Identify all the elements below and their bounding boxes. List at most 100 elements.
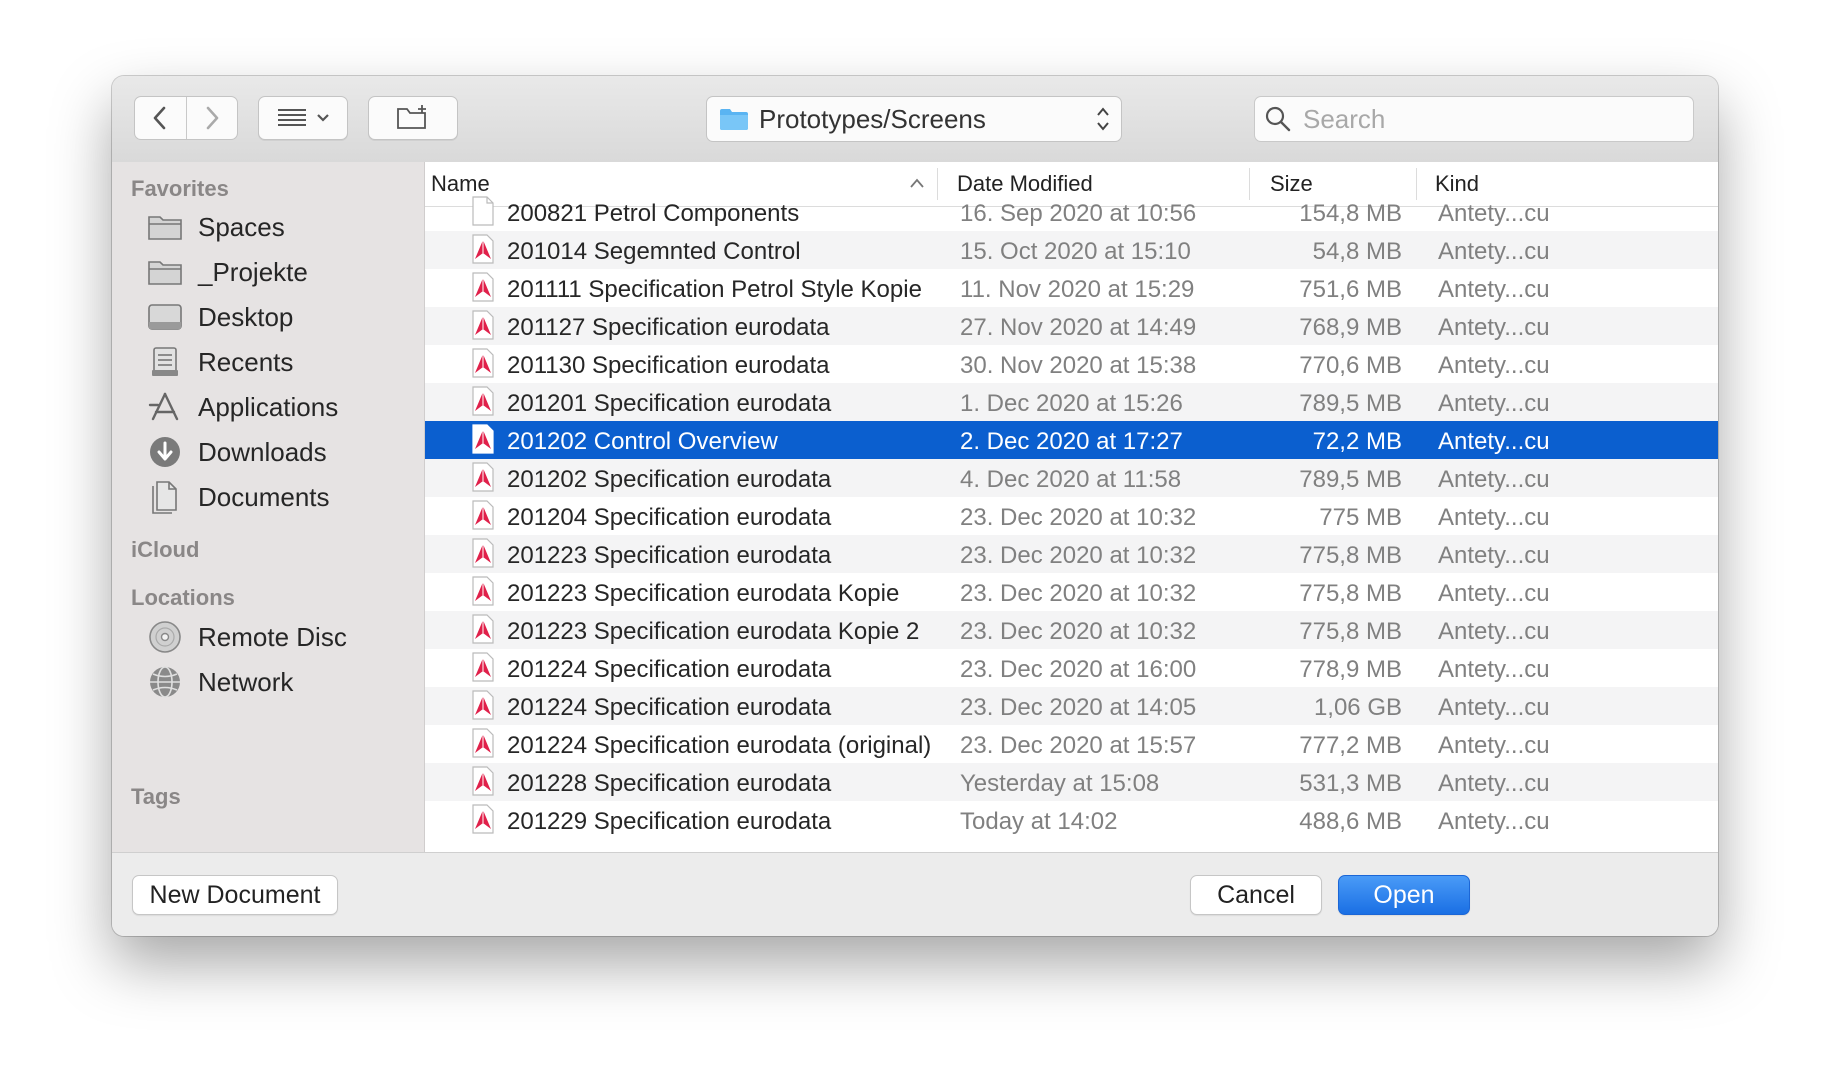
file-row[interactable]: 201130 Specification eurodata 30. Nov 202… xyxy=(425,345,1718,383)
folder-icon xyxy=(720,109,748,130)
open-file-dialog: Prototypes/Screens Favorites Spaces _Pro… xyxy=(112,76,1718,936)
folder-icon xyxy=(146,253,184,291)
file-row[interactable]: 201223 Specification eurodata Kopie 23. D… xyxy=(425,573,1718,611)
file-name: 201224 Specification eurodata xyxy=(507,656,832,683)
file-size: 72,2 MB xyxy=(1312,428,1402,455)
file-row[interactable]: 201014 Segemnted Control 15. Oct 2020 at … xyxy=(425,231,1718,269)
sketch-file-icon xyxy=(471,462,495,492)
chevron-down-icon xyxy=(317,114,329,122)
new-folder-icon xyxy=(397,105,426,129)
path-selector[interactable]: Prototypes/Screens xyxy=(706,96,1122,142)
sidebar-item-documents[interactable]: Documents xyxy=(146,477,330,517)
file-size: 775,8 MB xyxy=(1299,580,1402,607)
downloads-icon xyxy=(146,433,184,471)
sidebar-item-label: Remote Disc xyxy=(198,621,347,652)
search-field[interactable] xyxy=(1254,96,1694,142)
file-name: 201223 Specification eurodata Kopie 2 xyxy=(507,618,920,645)
applications-icon xyxy=(146,388,184,426)
file-size: 789,5 MB xyxy=(1299,390,1402,417)
file-size: 154,8 MB xyxy=(1299,200,1402,227)
file-name: 201224 Specification eurodata (original) xyxy=(507,732,932,759)
back-button[interactable] xyxy=(135,97,186,139)
file-name: 201130 Specification eurodata xyxy=(507,352,830,379)
file-row[interactable]: 201223 Specification eurodata 23. Dec 202… xyxy=(425,535,1718,573)
sidebar-item-network[interactable]: Network xyxy=(146,662,293,702)
sidebar-item-label: Documents xyxy=(198,481,330,512)
file-size: 54,8 MB xyxy=(1312,238,1402,265)
file-row[interactable]: 201223 Specification eurodata Kopie 2 23.… xyxy=(425,611,1718,649)
stepper-icon xyxy=(1097,107,1109,131)
file-date-modified: Today at 14:02 xyxy=(960,808,1118,835)
locations-header: Locations xyxy=(131,585,235,610)
file-size: 789,5 MB xyxy=(1299,466,1402,493)
file-date-modified: 2. Dec 2020 at 17:27 xyxy=(960,428,1183,455)
path-label: Prototypes/Screens xyxy=(759,103,986,134)
sidebar-item-spaces[interactable]: Spaces xyxy=(146,207,285,247)
sidebar: Favorites Spaces _Projekte Desktop Recen… xyxy=(112,162,425,852)
sort-ascending-icon xyxy=(910,178,924,188)
sketch-file-icon xyxy=(471,652,495,682)
sketch-file-icon xyxy=(471,272,495,302)
tags-header: Tags xyxy=(131,784,181,809)
file-row-partial[interactable] xyxy=(425,839,1718,852)
sketch-file-icon xyxy=(471,576,495,606)
file-row[interactable]: 201201 Specification eurodata 1. Dec 2020… xyxy=(425,383,1718,421)
sidebar-item-applications[interactable]: Applications xyxy=(146,387,338,427)
cancel-button[interactable]: Cancel xyxy=(1190,875,1322,915)
file-row[interactable]: 200821 Petrol Components 16. Sep 2020 at … xyxy=(425,193,1718,231)
file-size: 775 MB xyxy=(1319,504,1402,531)
sidebar-item-downloads[interactable]: Downloads xyxy=(146,432,327,472)
file-date-modified: 23. Dec 2020 at 10:32 xyxy=(960,618,1197,645)
file-name: 201229 Specification eurodata xyxy=(507,808,832,835)
file-kind: Antety...cu xyxy=(1438,618,1550,645)
sketch-file-icon xyxy=(471,386,495,416)
file-row[interactable]: 201229 Specification eurodata Today at 14… xyxy=(425,801,1718,839)
file-kind: Antety...cu xyxy=(1438,580,1550,607)
file-row[interactable]: 201202 Specification eurodata 4. Dec 2020… xyxy=(425,459,1718,497)
file-row[interactable]: 201204 Specification eurodata 23. Dec 202… xyxy=(425,497,1718,535)
file-row[interactable]: 201224 Specification eurodata 23. Dec 202… xyxy=(425,649,1718,687)
file-date-modified: 30. Nov 2020 at 15:38 xyxy=(960,352,1197,379)
search-input[interactable] xyxy=(1301,102,1665,136)
file-kind: Antety...cu xyxy=(1438,314,1550,341)
forward-button[interactable] xyxy=(185,97,238,139)
file-size: 531,3 MB xyxy=(1299,770,1402,797)
file-row[interactable]: 201224 Specification eurodata 23. Dec 202… xyxy=(425,687,1718,725)
bottom-bar: New Document Cancel Open xyxy=(112,852,1718,936)
disc-icon xyxy=(146,618,184,656)
file-name: 201111 Specification Petrol Style Kopie xyxy=(507,276,922,303)
toolbar: Prototypes/Screens xyxy=(112,76,1718,163)
sidebar-item-remote-disc[interactable]: Remote Disc xyxy=(146,617,347,657)
file-kind: Antety...cu xyxy=(1438,504,1550,531)
blank-document-icon xyxy=(471,196,495,226)
sketch-file-icon xyxy=(471,728,495,758)
file-row[interactable]: 201202 Control Overview 2. Dec 2020 at 17… xyxy=(425,421,1718,459)
file-kind: Antety...cu xyxy=(1438,200,1550,227)
file-row[interactable]: 201224 Specification eurodata (original)… xyxy=(425,725,1718,763)
file-kind: Antety...cu xyxy=(1438,352,1550,379)
file-row[interactable]: 201127 Specification eurodata 27. Nov 202… xyxy=(425,307,1718,345)
sidebar-item-recents[interactable]: Recents xyxy=(146,342,293,382)
file-date-modified: 11. Nov 2020 at 15:29 xyxy=(960,276,1195,303)
file-kind: Antety...cu xyxy=(1438,390,1550,417)
sidebar-item-desktop[interactable]: Desktop xyxy=(146,297,293,337)
file-date-modified: 23. Dec 2020 at 16:00 xyxy=(960,656,1197,683)
new-folder-button[interactable] xyxy=(368,96,458,140)
sidebar-item-projekte[interactable]: _Projekte xyxy=(146,252,308,292)
sketch-file-icon xyxy=(471,690,495,720)
sidebar-item-label: Desktop xyxy=(198,301,294,332)
file-size: 770,6 MB xyxy=(1299,352,1402,379)
new-document-button[interactable]: New Document xyxy=(132,875,338,915)
desktop-icon xyxy=(146,298,184,336)
file-row[interactable]: 201228 Specification eurodata Yesterday a… xyxy=(425,763,1718,801)
file-name: 201127 Specification eurodata xyxy=(507,314,830,341)
sketch-file-icon xyxy=(471,766,495,796)
view-options-button[interactable] xyxy=(258,96,348,140)
open-button[interactable]: Open xyxy=(1338,875,1470,915)
file-date-modified: 23. Dec 2020 at 10:32 xyxy=(960,580,1197,607)
sketch-file-icon xyxy=(471,424,495,454)
file-name: 201204 Specification eurodata xyxy=(507,504,832,531)
chevron-right-icon xyxy=(206,106,219,130)
file-size: 775,8 MB xyxy=(1299,618,1402,645)
file-row[interactable]: 201111 Specification Petrol Style Kopie 1… xyxy=(425,269,1718,307)
